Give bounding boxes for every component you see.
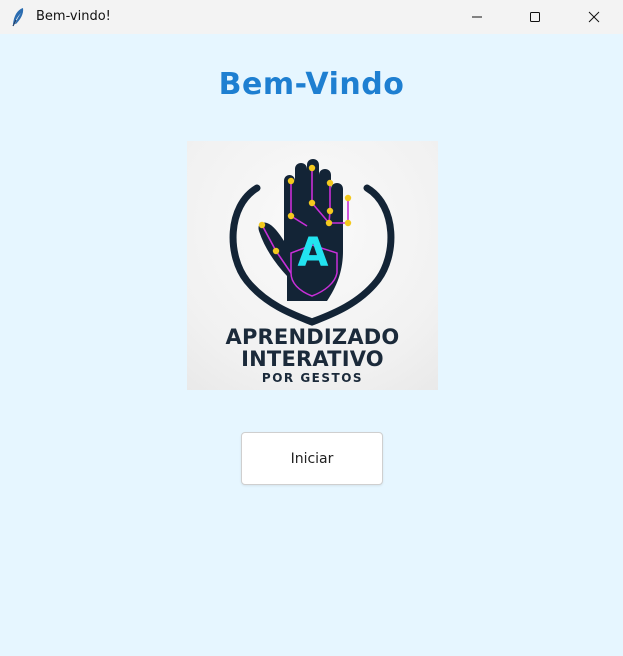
feather-icon: [10, 7, 26, 27]
window-titlebar[interactable]: Bem-vindo!: [0, 0, 623, 34]
start-button[interactable]: Iniciar: [241, 432, 383, 485]
logo-letter: A: [298, 230, 329, 276]
logo-line-1: APRENDIZADO: [225, 325, 400, 349]
welcome-panel: Bem-Vindo A APRENDIZADO INTERATIVO POR G…: [0, 34, 623, 656]
minimize-icon: [471, 8, 483, 27]
maximize-icon: [529, 8, 541, 27]
minimize-button[interactable]: [454, 0, 500, 34]
page-title: Bem-Vindo: [218, 67, 405, 102]
maximize-button[interactable]: [512, 0, 558, 34]
close-button[interactable]: [571, 0, 617, 34]
logo-line-2: INTERATIVO: [241, 347, 384, 371]
app-logo: A APRENDIZADO INTERATIVO POR GESTOS: [187, 141, 438, 390]
logo-line-3: POR GESTOS: [261, 371, 364, 385]
window-title: Bem-vindo!: [36, 9, 111, 24]
close-icon: [588, 8, 600, 27]
